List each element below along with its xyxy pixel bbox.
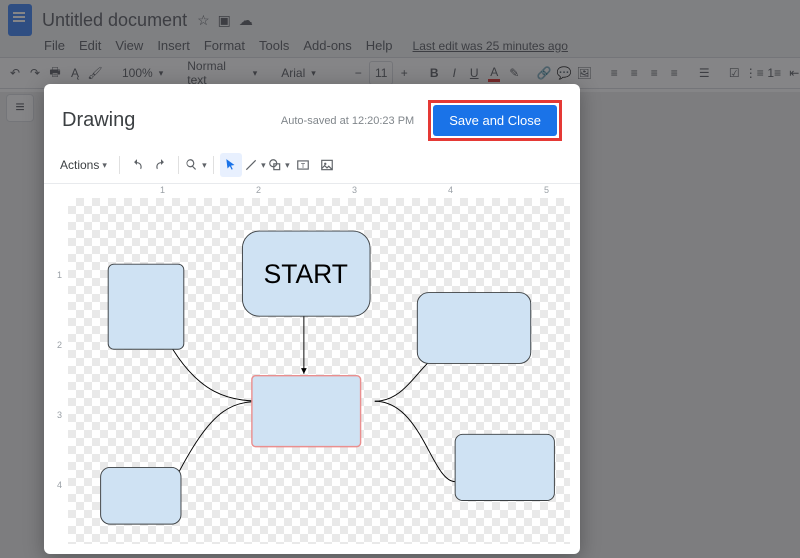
drawing-toolbar: Actions T [44, 151, 580, 184]
ruler-tick: 1 [160, 185, 165, 195]
shape-right-top[interactable] [417, 293, 530, 364]
drawing-canvas[interactable]: START [68, 198, 570, 544]
drawing-canvas-area: 1 2 3 4 5 1 2 3 4 [54, 184, 570, 544]
redo-icon[interactable] [150, 153, 172, 177]
ruler-tick: 1 [57, 270, 62, 280]
select-tool-icon[interactable] [220, 153, 242, 177]
ruler-tick: 4 [448, 185, 453, 195]
svg-text:T: T [301, 163, 306, 170]
textbox-tool-icon[interactable]: T [292, 153, 314, 177]
vertical-ruler: 1 2 3 4 [54, 198, 69, 544]
ruler-tick: 3 [352, 185, 357, 195]
shape-start[interactable]: START [242, 231, 370, 316]
shape-center-selected[interactable] [252, 376, 361, 447]
ruler-tick: 2 [256, 185, 261, 195]
shape-left-top[interactable] [108, 264, 184, 349]
connector[interactable] [375, 401, 455, 481]
dialog-title: Drawing [62, 109, 135, 132]
zoom-dropdown[interactable] [185, 153, 207, 177]
save-button-highlight: Save and Close [428, 100, 562, 141]
shape-left-bottom[interactable] [101, 467, 181, 524]
start-label: START [264, 259, 348, 289]
shape-tool-icon[interactable] [268, 153, 290, 177]
autosave-status: Auto-saved at 12:20:23 PM [281, 115, 414, 127]
drawing-dialog: Drawing Auto-saved at 12:20:23 PM Save a… [44, 84, 580, 554]
line-tool-icon[interactable] [244, 153, 266, 177]
drawing-svg: START [68, 198, 570, 544]
image-tool-icon[interactable] [316, 153, 338, 177]
ruler-tick: 2 [57, 340, 62, 350]
ruler-tick: 4 [57, 480, 62, 490]
horizontal-ruler: 1 2 3 4 5 [68, 184, 570, 199]
actions-dropdown[interactable]: Actions [54, 153, 113, 177]
undo-icon[interactable] [126, 153, 148, 177]
ruler-tick: 3 [57, 410, 62, 420]
save-and-close-button[interactable]: Save and Close [433, 105, 557, 136]
shape-right-bottom[interactable] [455, 434, 554, 500]
ruler-tick: 5 [544, 185, 549, 195]
